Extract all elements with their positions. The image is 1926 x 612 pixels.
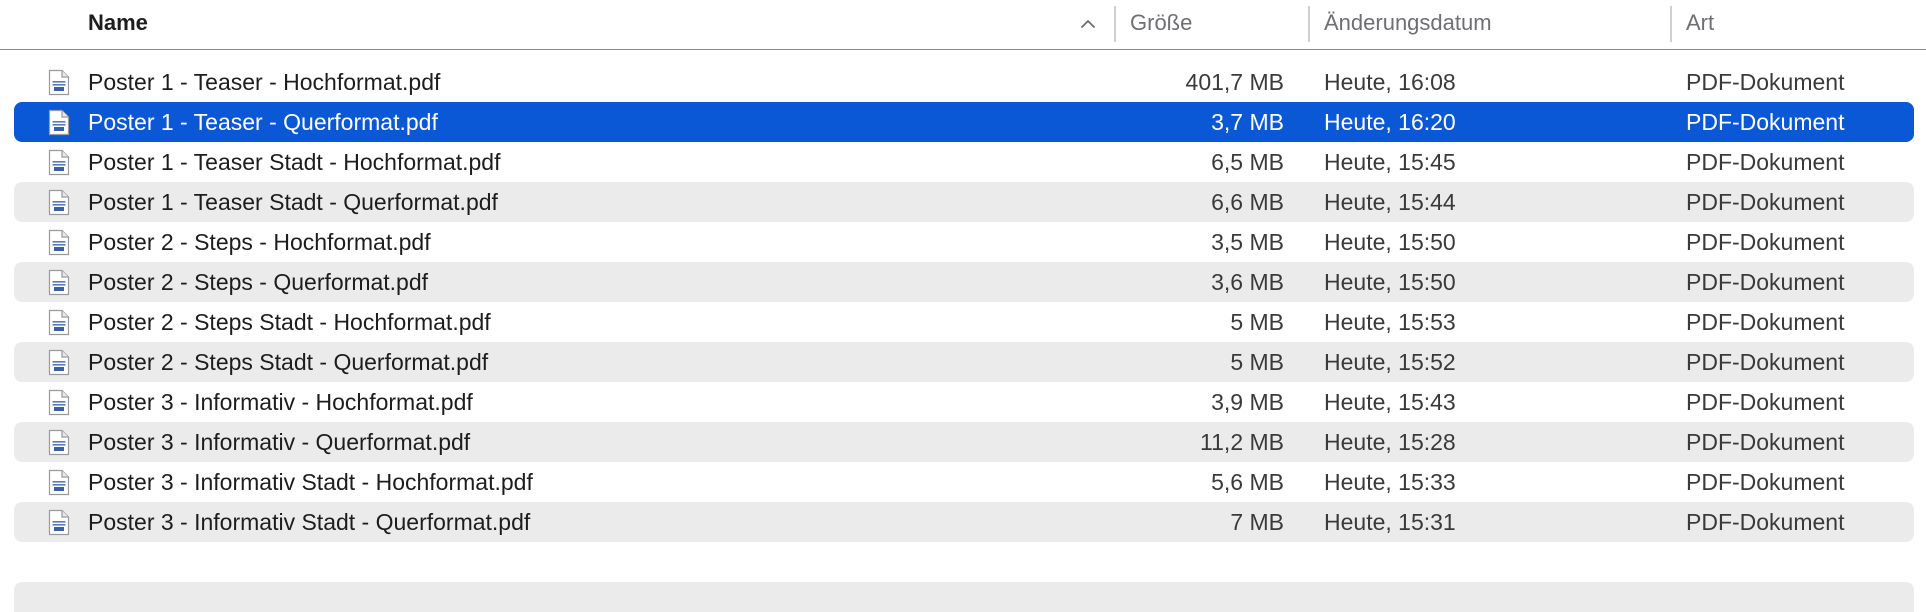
pdf-document-icon xyxy=(48,69,70,96)
file-name: Poster 3 - Informativ Stadt - Hochformat… xyxy=(88,469,533,495)
file-modified-date: Heute, 15:50 xyxy=(1324,269,1456,295)
file-kind: PDF-Dokument xyxy=(1686,429,1845,455)
pdf-document-icon xyxy=(48,429,70,456)
file-size: 3,7 MB xyxy=(1211,109,1284,135)
file-name: Poster 2 - Steps Stadt - Hochformat.pdf xyxy=(88,309,491,335)
file-name: Poster 3 - Informativ - Hochformat.pdf xyxy=(88,389,473,415)
file-name: Poster 2 - Steps Stadt - Querformat.pdf xyxy=(88,349,489,375)
chevron-up-icon[interactable] xyxy=(1078,14,1098,34)
file-kind: PDF-Dokument xyxy=(1686,469,1845,495)
empty-list-row xyxy=(14,582,1914,612)
pdf-document-icon xyxy=(48,229,70,256)
file-size: 6,6 MB xyxy=(1211,189,1284,215)
file-modified-date: Heute, 15:43 xyxy=(1324,389,1456,415)
file-size: 401,7 MB xyxy=(1185,69,1284,95)
column-divider[interactable] xyxy=(1670,6,1672,42)
file-modified-date: Heute, 15:50 xyxy=(1324,229,1456,255)
file-row[interactable]: Poster 3 - Informativ Stadt - Querformat… xyxy=(14,502,1914,542)
column-divider[interactable] xyxy=(1308,6,1310,42)
column-header-bar: Name Größe Änderungsdatum Art xyxy=(0,0,1926,50)
file-row[interactable]: Poster 3 - Informativ Stadt - Hochformat… xyxy=(14,462,1914,502)
file-size: 5,6 MB xyxy=(1211,469,1284,495)
file-modified-date: Heute, 15:45 xyxy=(1324,149,1456,175)
file-kind: PDF-Dokument xyxy=(1686,269,1845,295)
file-row[interactable]: Poster 3 - Informativ - Querformat.pdf 11… xyxy=(14,422,1914,462)
file-row[interactable]: Poster 2 - Steps - Querformat.pdf 3,6 MB H… xyxy=(14,262,1914,302)
pdf-document-icon xyxy=(48,309,70,336)
file-modified-date: Heute, 16:08 xyxy=(1324,69,1456,95)
file-row[interactable]: Poster 2 - Steps - Hochformat.pdf 3,5 MB H… xyxy=(14,222,1914,262)
file-name: Poster 2 - Steps - Querformat.pdf xyxy=(88,269,429,295)
file-modified-date: Heute, 15:33 xyxy=(1324,469,1456,495)
file-kind: PDF-Dokument xyxy=(1686,189,1845,215)
file-kind: PDF-Dokument xyxy=(1686,109,1845,135)
file-name: Poster 3 - Informativ Stadt - Querformat… xyxy=(88,509,531,535)
file-size: 3,5 MB xyxy=(1211,229,1284,255)
pdf-document-icon xyxy=(48,189,70,216)
file-size: 3,6 MB xyxy=(1211,269,1284,295)
file-modified-date: Heute, 15:53 xyxy=(1324,309,1456,335)
column-header-date[interactable]: Änderungsdatum xyxy=(1324,0,1492,48)
file-modified-date: Heute, 15:31 xyxy=(1324,509,1456,535)
finder-list-view: Name Größe Änderungsdatum Art Poster 1 -… xyxy=(0,0,1926,612)
file-name: Poster 2 - Steps - Hochformat.pdf xyxy=(88,229,431,255)
file-modified-date: Heute, 15:28 xyxy=(1324,429,1456,455)
file-name: Poster 1 - Teaser Stadt - Hochformat.pdf xyxy=(88,149,501,175)
pdf-document-icon xyxy=(48,389,70,416)
file-name: Poster 1 - Teaser Stadt - Querformat.pdf xyxy=(88,189,498,215)
file-kind: PDF-Dokument xyxy=(1686,509,1845,535)
file-kind: PDF-Dokument xyxy=(1686,389,1845,415)
file-kind: PDF-Dokument xyxy=(1686,149,1845,175)
column-divider[interactable] xyxy=(1114,6,1116,42)
file-modified-date: Heute, 16:20 xyxy=(1324,109,1456,135)
file-name: Poster 1 - Teaser - Hochformat.pdf xyxy=(88,69,441,95)
file-row[interactable]: Poster 1 - Teaser Stadt - Querformat.pdf… xyxy=(14,182,1914,222)
file-kind: PDF-Dokument xyxy=(1686,69,1845,95)
file-row[interactable]: Poster 2 - Steps Stadt - Querformat.pdf 5… xyxy=(14,342,1914,382)
file-name: Poster 3 - Informativ - Querformat.pdf xyxy=(88,429,471,455)
pdf-document-icon xyxy=(48,269,70,296)
file-kind: PDF-Dokument xyxy=(1686,229,1845,255)
pdf-document-icon xyxy=(48,149,70,176)
pdf-document-icon xyxy=(48,349,70,376)
file-kind: PDF-Dokument xyxy=(1686,349,1845,375)
file-size: 7 MB xyxy=(1230,509,1284,535)
file-size: 5 MB xyxy=(1230,309,1284,335)
file-row[interactable]: Poster 1 - Teaser - Querformat.pdf 3,7 MB… xyxy=(14,102,1914,142)
pdf-document-icon xyxy=(48,469,70,496)
file-size: 5 MB xyxy=(1230,349,1284,375)
column-header-size[interactable]: Größe xyxy=(1130,0,1192,48)
column-header-kind[interactable]: Art xyxy=(1686,0,1714,48)
file-row[interactable]: Poster 1 - Teaser - Hochformat.pdf 401,7 … xyxy=(14,62,1914,102)
file-row[interactable]: Poster 1 - Teaser Stadt - Hochformat.pdf… xyxy=(14,142,1914,182)
file-modified-date: Heute, 15:44 xyxy=(1324,189,1456,215)
column-header-name[interactable]: Name xyxy=(88,0,148,48)
file-size: 6,5 MB xyxy=(1211,149,1284,175)
file-size: 3,9 MB xyxy=(1211,389,1284,415)
pdf-document-icon xyxy=(48,509,70,536)
file-row[interactable]: Poster 3 - Informativ - Hochformat.pdf 3,… xyxy=(14,382,1914,422)
file-size: 11,2 MB xyxy=(1200,429,1284,455)
pdf-document-icon xyxy=(48,109,70,136)
file-name: Poster 1 - Teaser - Querformat.pdf xyxy=(88,109,438,135)
file-modified-date: Heute, 15:52 xyxy=(1324,349,1456,375)
file-kind: PDF-Dokument xyxy=(1686,309,1845,335)
file-row[interactable]: Poster 2 - Steps Stadt - Hochformat.pdf 5… xyxy=(14,302,1914,342)
